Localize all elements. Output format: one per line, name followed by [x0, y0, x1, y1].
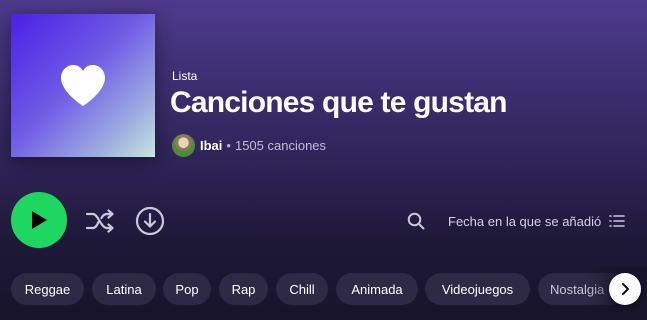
sort-button[interactable]: Fecha en la que se añadió	[448, 209, 626, 233]
playlist-title: Canciones que te gustan	[170, 86, 507, 119]
download-icon	[135, 206, 165, 236]
chevron-right-icon	[622, 283, 629, 295]
shuffle-button[interactable]	[83, 204, 117, 238]
avatar[interactable]	[172, 133, 195, 157]
playlist-header: Lista Canciones que te gustan Ibai • 150…	[0, 0, 647, 176]
chip-rap[interactable]: Rap	[219, 273, 268, 305]
chip-chill[interactable]: Chill	[276, 273, 328, 305]
shuffle-icon	[85, 209, 114, 233]
playlist-type-label: Lista	[172, 69, 198, 83]
play-button[interactable]	[11, 192, 67, 248]
heart-icon	[61, 64, 105, 106]
chip-animada[interactable]: Animada	[336, 273, 418, 305]
search-button[interactable]	[404, 209, 428, 233]
chips-next-button[interactable]	[609, 273, 641, 305]
action-bar: Fecha en la que se añadió	[0, 176, 647, 266]
owner-name[interactable]: Ibai	[200, 138, 222, 153]
chip-videojuegos[interactable]: Videojuegos	[425, 273, 530, 305]
chip-latina[interactable]: Latina	[92, 273, 156, 305]
list-icon	[609, 215, 626, 227]
playlist-page: Lista Canciones que te gustan Ibai • 150…	[0, 0, 647, 320]
download-button[interactable]	[133, 204, 167, 238]
search-icon	[407, 212, 425, 230]
chip-reggae[interactable]: Reggae	[11, 273, 84, 305]
filter-chips: Reggae Latina Pop Rap Chill Animada Vide…	[11, 273, 647, 305]
chip-pop[interactable]: Pop	[163, 273, 211, 305]
playlist-meta: Ibai • 1505 canciones	[172, 133, 326, 157]
playlist-cover	[11, 14, 155, 157]
play-icon	[32, 211, 47, 229]
meta-separator: •	[226, 137, 231, 153]
sort-label: Fecha en la que se añadió	[448, 213, 602, 229]
song-count: 1505 canciones	[234, 137, 327, 153]
